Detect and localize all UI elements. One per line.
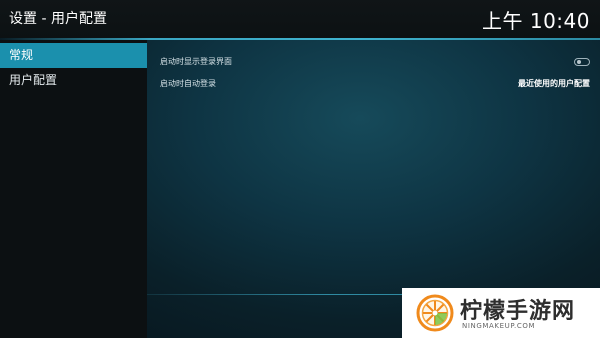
top-bar: 设置 - 用户配置 上午 10:40	[0, 0, 600, 38]
page-title: 设置 - 用户配置	[9, 11, 107, 27]
lemon-logo-icon	[416, 294, 454, 332]
setting-row-auto-login[interactable]: 启动时自动登录 最近使用的用户配置	[160, 74, 590, 94]
settings-screen: 设置 - 用户配置 上午 10:40 常规 用户配置 启动时显示登录界面 启动时…	[0, 0, 600, 338]
setting-row-show-login-screen[interactable]: 启动时显示登录界面	[160, 52, 590, 72]
watermark: 柠檬手游网 NINGMAKEUP.COM	[402, 288, 600, 338]
setting-label: 启动时自动登录	[160, 79, 216, 88]
setting-label: 启动时显示登录界面	[160, 57, 232, 66]
auto-login-value[interactable]: 最近使用的用户配置	[518, 74, 590, 94]
sidebar-item-profiles[interactable]: 用户配置	[0, 68, 147, 93]
clock: 上午 10:40	[482, 9, 590, 33]
watermark-title: 柠檬手游网	[460, 299, 576, 324]
sidebar: 常规 用户配置	[0, 40, 147, 338]
toggle-knob	[577, 60, 581, 64]
watermark-url: NINGMAKEUP.COM	[462, 322, 536, 330]
login-screen-toggle[interactable]	[574, 58, 590, 66]
sidebar-item-general[interactable]: 常规	[0, 43, 147, 68]
